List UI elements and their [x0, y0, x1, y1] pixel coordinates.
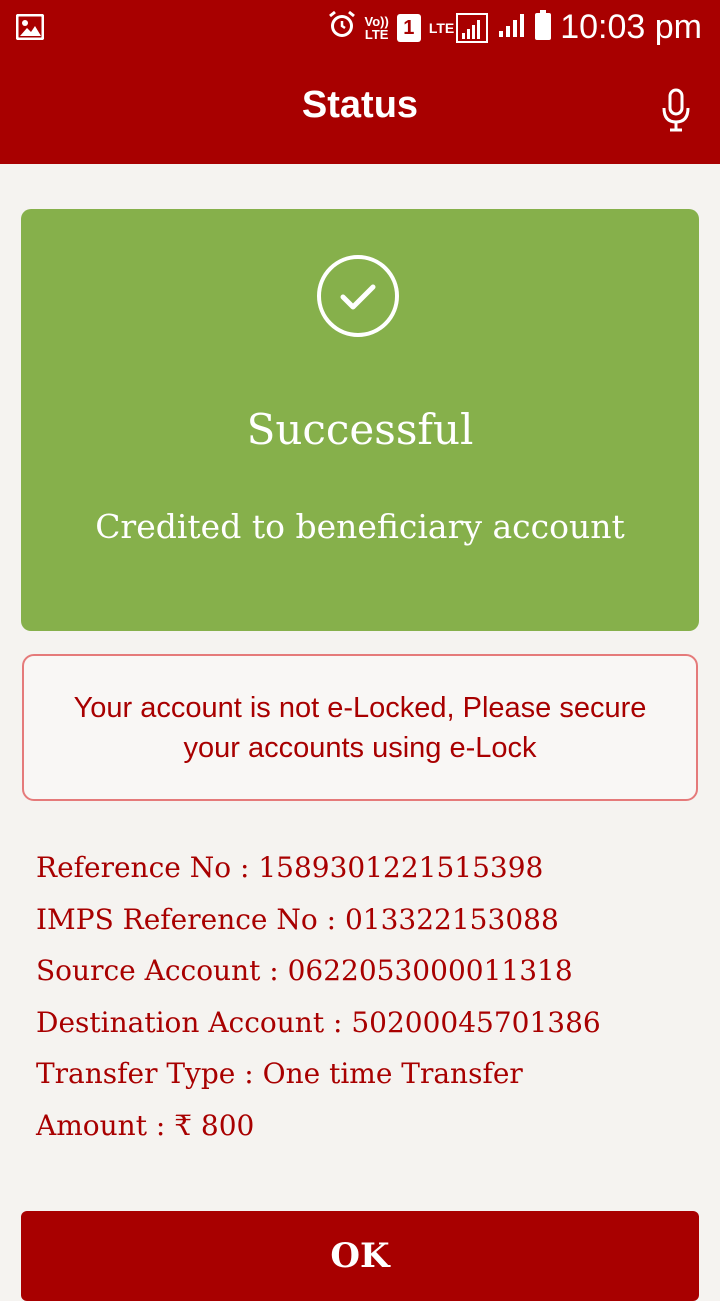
- alert-line-1: Your account is not e-Locked, Please sec…: [73, 692, 647, 724]
- microphone-icon[interactable]: [662, 88, 690, 137]
- elock-alert[interactable]: Your account is not e-Locked, Please sec…: [22, 654, 698, 801]
- detail-transfer-type: Transfer Type : One time Transfer: [36, 1057, 523, 1091]
- alarm-icon: [327, 10, 357, 45]
- clock-time: 10:03 pm: [560, 8, 702, 46]
- page-title: Status: [301, 84, 419, 126]
- lte-signal-icon: LTE: [429, 12, 489, 43]
- alert-line-2: your accounts using e-Lock: [183, 732, 537, 764]
- ok-button[interactable]: OK: [21, 1211, 699, 1301]
- detail-imps-reference-no: IMPS Reference No : 013322153088: [36, 902, 559, 936]
- status-bar: Vo)) LTE 1 LTE 10:03 pm: [0, 0, 720, 56]
- signal-icon: [496, 10, 526, 45]
- image-icon: [15, 13, 45, 45]
- success-card: Successful Credited to beneficiary accou…: [21, 209, 699, 631]
- battery-icon: [534, 9, 552, 46]
- transfer-details: Reference No : 1589301221515398 IMPS Ref…: [36, 849, 601, 1159]
- success-subtitle: Credited to beneficiary account: [95, 507, 625, 546]
- detail-reference-no: Reference No : 1589301221515398: [36, 851, 544, 884]
- sim-1-icon: 1: [396, 13, 421, 42]
- volte-icon: Vo)) LTE: [364, 13, 389, 42]
- detail-amount: Amount : ₹ 800: [36, 1108, 255, 1142]
- detail-source-account: Source Account : 0622053000011318: [36, 954, 573, 988]
- app-bar: Status: [0, 56, 720, 164]
- success-title: Successful: [246, 405, 474, 454]
- check-circle-icon: [317, 255, 399, 337]
- detail-destination-account: Destination Account : 50200045701386: [36, 1005, 601, 1039]
